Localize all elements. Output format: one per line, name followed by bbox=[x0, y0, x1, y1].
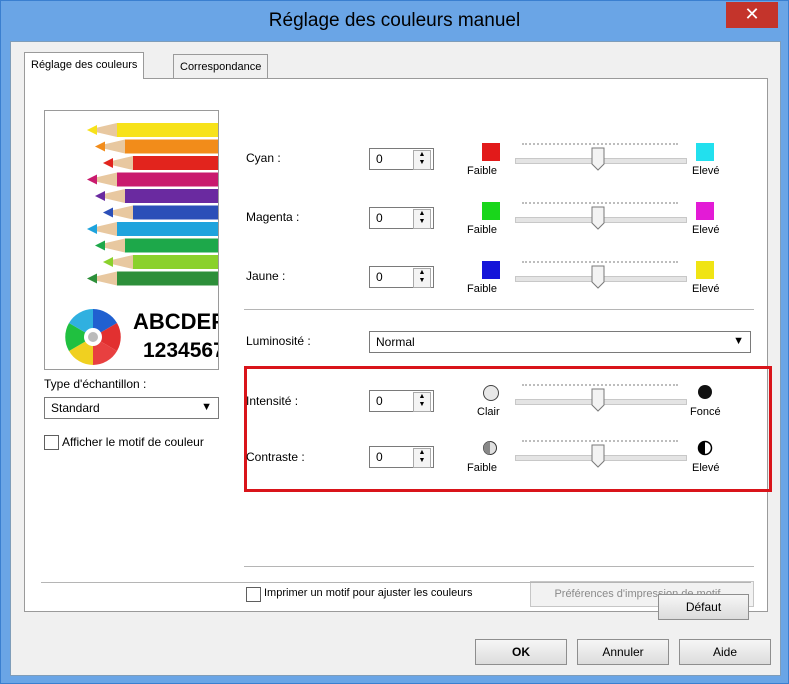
magenta-spinbox[interactable]: 0 ▲ ▼ bbox=[369, 207, 434, 229]
yellow-high-label: Elevé bbox=[692, 283, 720, 295]
intensity-slider-thumb[interactable] bbox=[591, 388, 605, 412]
contrast-slider-thumb[interactable] bbox=[591, 444, 605, 468]
cyan-value: 0 bbox=[376, 152, 383, 166]
spin-arrows-icon[interactable]: ▲ ▼ bbox=[413, 392, 431, 412]
contrast-label: Contraste : bbox=[246, 450, 305, 464]
tab-matching[interactable]: Correspondance bbox=[173, 54, 269, 78]
pencil-tip bbox=[103, 207, 113, 218]
pencil-tip bbox=[103, 257, 113, 267]
pencil-body bbox=[117, 172, 218, 187]
spin-arrows-icon[interactable]: ▲ ▼ bbox=[413, 448, 431, 468]
pencil-body bbox=[133, 205, 218, 220]
cyan-slider-thumb[interactable] bbox=[591, 147, 605, 171]
pencil-tip bbox=[103, 158, 113, 168]
magenta-value: 0 bbox=[376, 211, 383, 225]
default-button[interactable]: Défaut bbox=[658, 594, 749, 620]
cyan-high-label: Elevé bbox=[692, 165, 720, 177]
brightness-label: Luminosité : bbox=[246, 334, 311, 348]
sample-type-label: Type d'échantillon : bbox=[44, 377, 147, 391]
yellow-spinbox[interactable]: 0 ▲ ▼ bbox=[369, 266, 434, 288]
intensity-high-label: Foncé bbox=[690, 406, 721, 418]
yellow-slider-thumb[interactable] bbox=[591, 265, 605, 289]
show-pattern-checkbox[interactable] bbox=[44, 435, 59, 450]
tab-panel: ABCDEF 1234567 Type d'échantillon : Stan… bbox=[24, 78, 772, 612]
preview-text-letters: ABCDEF bbox=[133, 309, 219, 334]
high-contrast-icon bbox=[697, 440, 713, 456]
intensity-spinbox[interactable]: 0 ▲ ▼ bbox=[369, 390, 434, 412]
separator-line bbox=[41, 582, 751, 583]
pencil-tip bbox=[95, 240, 105, 251]
low-contrast-icon bbox=[483, 441, 497, 455]
color-preview-image: ABCDEF 1234567 bbox=[44, 110, 219, 370]
brightness-select[interactable]: Normal ▼ bbox=[369, 331, 751, 353]
pencil-tip bbox=[95, 141, 105, 152]
close-button[interactable]: ✕ bbox=[726, 2, 778, 28]
cyan-low-swatch bbox=[482, 143, 500, 161]
cancel-button[interactable]: Annuler bbox=[577, 639, 669, 665]
intensity-label: Intensité : bbox=[246, 394, 299, 408]
spin-arrows-icon[interactable]: ▲ ▼ bbox=[413, 209, 431, 229]
cyan-label: Cyan : bbox=[246, 151, 281, 165]
cyan-low-label: Faible bbox=[467, 165, 497, 177]
window-title: Réglage des couleurs manuel bbox=[268, 10, 521, 31]
yellow-label: Jaune : bbox=[246, 269, 286, 283]
magenta-label: Magenta : bbox=[246, 210, 300, 224]
tab-color-adjustment[interactable]: Réglage des couleurs bbox=[24, 52, 145, 79]
pencil-tip bbox=[87, 174, 97, 185]
pencil-body bbox=[117, 222, 218, 236]
help-button[interactable]: Aide bbox=[679, 639, 771, 665]
pencil-tip bbox=[87, 125, 97, 135]
cyan-high-swatch bbox=[696, 143, 714, 161]
magenta-low-swatch bbox=[482, 202, 500, 220]
print-pattern-checkbox[interactable] bbox=[246, 587, 261, 602]
yellow-low-label: Faible bbox=[467, 283, 497, 295]
cyan-spinbox[interactable]: 0 ▲ ▼ bbox=[369, 148, 434, 170]
yellow-high-swatch bbox=[696, 261, 714, 279]
dark-circle-icon bbox=[698, 385, 712, 399]
chevron-down-icon: ▼ bbox=[201, 401, 212, 413]
pencil-body bbox=[125, 238, 218, 253]
magenta-slider-thumb[interactable] bbox=[591, 206, 605, 230]
sample-type-select[interactable]: Standard ▼ bbox=[44, 397, 219, 419]
light-circle-icon bbox=[483, 385, 499, 401]
contrast-spinbox[interactable]: 0 ▲ ▼ bbox=[369, 446, 434, 468]
pencil-tip bbox=[87, 273, 97, 284]
spin-arrows-icon[interactable]: ▲ ▼ bbox=[413, 150, 431, 170]
title-bar[interactable]: Réglage des couleurs manuel ✕ bbox=[1, 1, 788, 41]
separator-line bbox=[244, 566, 754, 567]
chevron-down-icon: ▼ bbox=[733, 335, 744, 347]
contrast-low-label: Faible bbox=[467, 462, 497, 474]
contrast-value: 0 bbox=[376, 450, 383, 464]
magenta-high-swatch bbox=[696, 202, 714, 220]
pencil-body bbox=[125, 139, 218, 154]
separator-line bbox=[244, 309, 754, 310]
magenta-low-label: Faible bbox=[467, 224, 497, 236]
pencil-body bbox=[125, 189, 218, 203]
dialog-window: Réglage des couleurs manuel ✕ Réglage de… bbox=[0, 0, 789, 684]
pencil-tip bbox=[87, 224, 97, 234]
pencil-body bbox=[117, 271, 218, 286]
ok-button[interactable]: OK bbox=[475, 639, 567, 665]
intensity-low-label: Clair bbox=[477, 406, 500, 418]
pencil-body bbox=[133, 255, 218, 269]
pencil-tip bbox=[95, 191, 105, 201]
sample-type-value: Standard bbox=[51, 401, 100, 415]
dialog-client-area: Réglage des couleurs Correspondance ABCD… bbox=[10, 41, 781, 676]
brightness-value: Normal bbox=[376, 335, 415, 349]
yellow-value: 0 bbox=[376, 270, 383, 284]
preview-text-numbers: 1234567 bbox=[143, 339, 219, 362]
yellow-low-swatch bbox=[482, 261, 500, 279]
pencils-image bbox=[87, 123, 218, 286]
pencil-body bbox=[133, 156, 218, 170]
intensity-value: 0 bbox=[376, 394, 383, 408]
show-pattern-label: Afficher le motif de couleur bbox=[62, 435, 204, 449]
pencil-body bbox=[117, 123, 218, 137]
contrast-high-label: Elevé bbox=[692, 462, 720, 474]
magenta-high-label: Elevé bbox=[692, 224, 720, 236]
spin-arrows-icon[interactable]: ▲ ▼ bbox=[413, 268, 431, 288]
print-pattern-label: Imprimer un motif pour ajuster les coule… bbox=[264, 587, 473, 599]
color-wheel-icon bbox=[65, 309, 121, 365]
